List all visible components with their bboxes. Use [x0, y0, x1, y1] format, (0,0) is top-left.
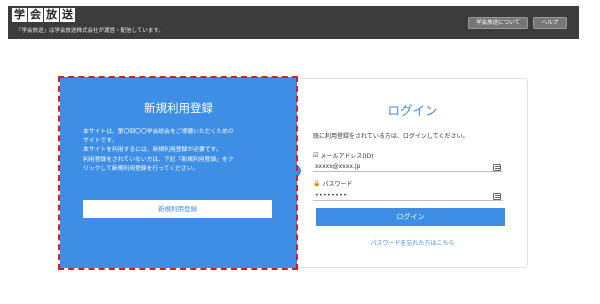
register-description-line: サイトです。 — [83, 138, 118, 145]
logo-char: 放 — [44, 8, 59, 22]
register-description: 本サイトは、第〇回〇〇学会総会をご視聴いただくための サイトです。 本サイトを利… — [83, 128, 283, 174]
site-tagline: 「学会放送」は学会放送株式会社が運営・配信しています。 — [16, 28, 164, 34]
logo-char: 送 — [60, 8, 75, 22]
password-label-text: パスワード — [322, 181, 353, 188]
email-label-text: メールアドレス(ID) — [320, 153, 374, 160]
register-description-line: 本サイトは、第〇回〇〇学会総会をご視聴いただくための — [83, 129, 234, 135]
register-description-line: 利用登録をされていない方は、下記「新規利用登録」をク — [83, 156, 234, 163]
keyboard-icon[interactable] — [493, 193, 501, 200]
password-field[interactable] — [313, 190, 503, 201]
logo-char: 会 — [28, 8, 43, 22]
email-field[interactable] — [313, 161, 503, 172]
login-note: 既に利用登録をされている方は、ログインしてください。 — [313, 133, 469, 140]
forgot-password-link[interactable]: パスワードを忘れた方はこちら — [297, 238, 528, 247]
email-checkbox-icon: ☑ — [313, 152, 319, 159]
logo-char: 学 — [12, 8, 27, 22]
site-logo[interactable]: 学 会 放 送 — [12, 8, 76, 22]
new-registration-button[interactable]: 新規利用登録 — [83, 200, 272, 218]
register-description-line: 本サイトを利用するには、新規利用登録が必要です。 — [83, 147, 222, 154]
about-button[interactable]: 学会放送について — [468, 17, 528, 29]
register-description-line: リックして新規利用登録を行ってください。 — [83, 165, 199, 172]
email-label: ☑ メールアドレス(ID) — [313, 151, 373, 160]
lock-icon: 🔒 — [313, 180, 321, 187]
login-title: ログイン — [387, 103, 438, 118]
register-title: 新規利用登録 — [144, 101, 213, 115]
help-button[interactable]: ヘルプ — [533, 17, 567, 29]
login-button[interactable]: ログイン — [316, 208, 505, 226]
keyboard-icon[interactable] — [493, 164, 501, 171]
password-label: 🔒 パスワード — [313, 179, 353, 188]
